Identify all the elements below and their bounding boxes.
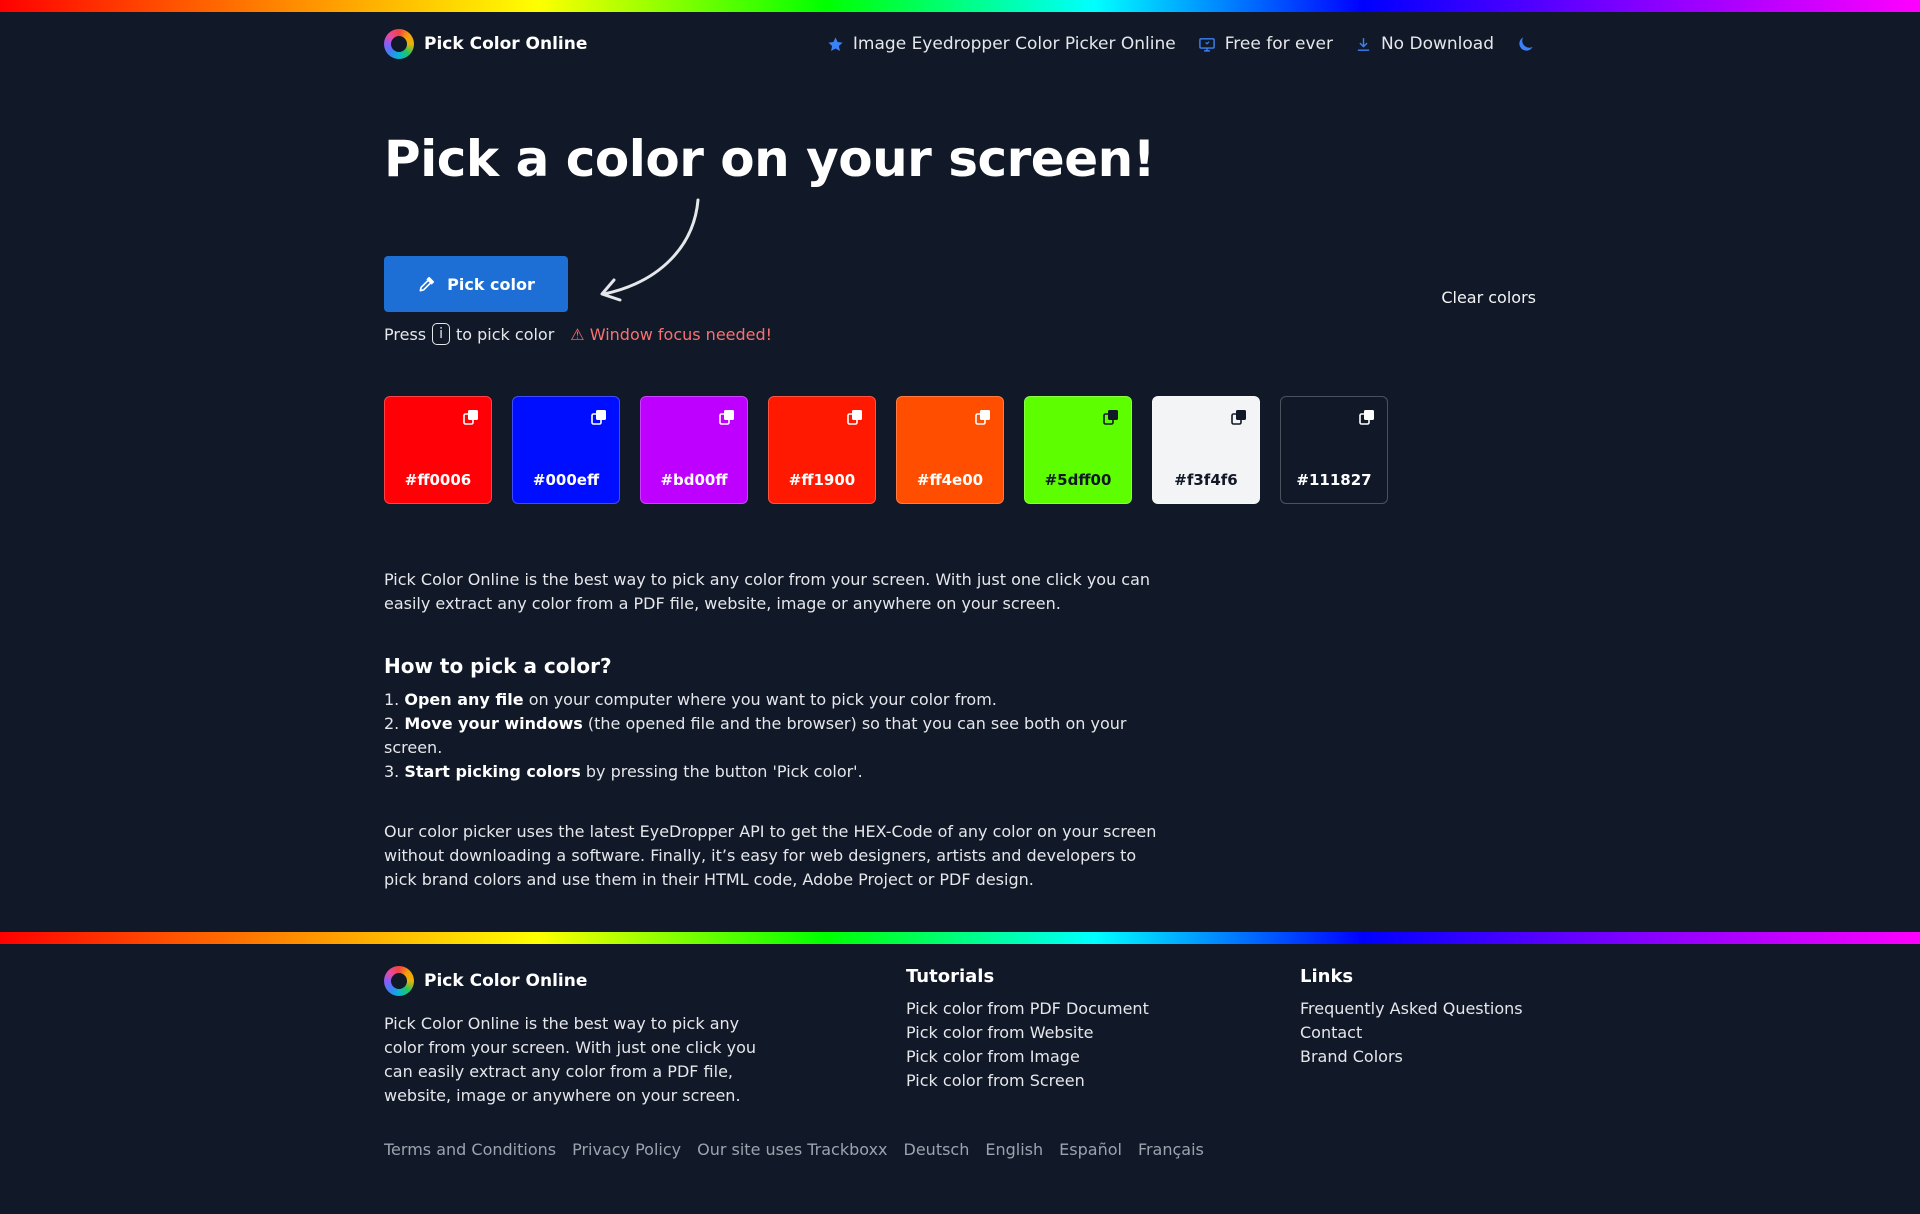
lang-deutsch-link[interactable]: Deutsch bbox=[904, 1140, 970, 1159]
swatch-hex: #bd00ff bbox=[660, 471, 728, 489]
focus-warning: ⚠ Window focus needed! bbox=[570, 324, 773, 344]
step-text: by pressing the button 'Pick color'. bbox=[580, 762, 863, 781]
color-swatch[interactable]: #f3f4f6 bbox=[1152, 396, 1260, 504]
footer-link[interactable]: Brand Colors bbox=[1300, 1045, 1523, 1069]
step-bold: Move your windows bbox=[404, 714, 583, 733]
color-swatch[interactable]: #ff0006 bbox=[384, 396, 492, 504]
color-swatch[interactable]: #000eff bbox=[512, 396, 620, 504]
swatch-hex: #ff1900 bbox=[788, 471, 856, 489]
api-text: Our color picker uses the latest EyeDrop… bbox=[384, 822, 1157, 889]
tutorial-link[interactable]: Pick color from Screen bbox=[906, 1069, 1149, 1093]
clear-colors-button[interactable]: Clear colors bbox=[1440, 288, 1536, 307]
footer-brand[interactable]: Pick Color Online bbox=[384, 966, 587, 996]
footer-bottom-links: Terms and Conditions Privacy Policy Our … bbox=[384, 1140, 1204, 1159]
step-item: 3. Start picking colors by pressing the … bbox=[384, 760, 1164, 784]
tutorial-link[interactable]: Pick color from Image bbox=[906, 1045, 1149, 1069]
step-bold: Open any file bbox=[404, 690, 524, 709]
copy-icon[interactable] bbox=[1103, 409, 1119, 425]
step-item: 2. Move your windows (the opened file an… bbox=[384, 712, 1164, 760]
nav-label: Image Eyedropper Color Picker Online bbox=[852, 34, 1176, 54]
arrow-icon bbox=[600, 198, 700, 302]
eyedropper-icon bbox=[417, 274, 437, 294]
intro-text: Pick Color Online is the best way to pic… bbox=[384, 570, 1151, 613]
copy-icon[interactable] bbox=[1231, 409, 1247, 425]
nav-label: Free for ever bbox=[1224, 34, 1333, 54]
copy-icon[interactable] bbox=[719, 409, 735, 425]
moon-icon[interactable] bbox=[1516, 34, 1536, 54]
pick-color-button[interactable]: Pick color bbox=[384, 256, 568, 312]
tutorial-link[interactable]: Pick color from Website bbox=[906, 1021, 1149, 1045]
terms-link[interactable]: Terms and Conditions bbox=[384, 1140, 556, 1159]
brand-link[interactable]: Pick Color Online bbox=[384, 29, 587, 59]
rainbow-bar-top bbox=[0, 0, 1920, 12]
monitor-icon bbox=[1198, 36, 1216, 53]
step-text: on your computer where you want to pick … bbox=[523, 690, 997, 709]
hint-suffix: to pick color bbox=[456, 324, 555, 344]
site-header: Pick Color Online Image Eyedropper Color… bbox=[384, 26, 1536, 62]
header-nav: Image Eyedropper Color Picker Online Fre… bbox=[827, 34, 1536, 54]
lang-espanol-link[interactable]: Español bbox=[1059, 1140, 1122, 1159]
logo-icon bbox=[384, 966, 414, 996]
copy-icon[interactable] bbox=[847, 409, 863, 425]
keyboard-hint: Press i to pick color ⚠ Window focus nee… bbox=[384, 323, 772, 345]
swatch-hex: #111827 bbox=[1296, 471, 1372, 489]
step-number: 1. bbox=[384, 690, 400, 709]
steps-list: 1. Open any file on your computer where … bbox=[384, 688, 1164, 784]
step-bold: Start picking colors bbox=[404, 762, 581, 781]
how-to-heading: How to pick a color? bbox=[384, 654, 612, 678]
nav-item-no-download[interactable]: No Download bbox=[1355, 34, 1494, 54]
rainbow-bar-footer bbox=[0, 932, 1920, 944]
footer-link[interactable]: Frequently Asked Questions bbox=[1300, 997, 1523, 1021]
step-number: 3. bbox=[384, 762, 400, 781]
swatch-hex: #ff4e00 bbox=[916, 471, 984, 489]
privacy-link[interactable]: Privacy Policy bbox=[572, 1140, 681, 1159]
step-item: 1. Open any file on your computer where … bbox=[384, 688, 1164, 712]
logo-icon bbox=[384, 29, 414, 59]
copy-icon[interactable] bbox=[1359, 409, 1375, 425]
step-number: 2. bbox=[384, 714, 400, 733]
swatch-hex: #f3f4f6 bbox=[1174, 471, 1238, 489]
tutorial-link[interactable]: Pick color from PDF Document bbox=[906, 997, 1149, 1021]
footer-description: Pick Color Online is the best way to pic… bbox=[384, 1014, 757, 1105]
hint-prefix: Press bbox=[384, 324, 427, 344]
color-swatch[interactable]: #5dff00 bbox=[1024, 396, 1132, 504]
copy-icon[interactable] bbox=[975, 409, 991, 425]
nav-item-free[interactable]: Free for ever bbox=[1198, 34, 1333, 54]
color-swatches: #ff0006 #000eff #bd00ff #ff1900 #ff4e00 … bbox=[384, 396, 1388, 504]
footer-link[interactable]: Contact bbox=[1300, 1021, 1523, 1045]
footer-links: Links Frequently Asked Questions Contact… bbox=[1300, 966, 1523, 1069]
lang-english-link[interactable]: English bbox=[985, 1140, 1043, 1159]
hint-key: i bbox=[432, 323, 450, 345]
swatch-hex: #000eff bbox=[532, 471, 600, 489]
footer-tutorials: Tutorials Pick color from PDF Document P… bbox=[906, 966, 1149, 1093]
page-title: Pick a color on your screen! bbox=[384, 130, 1156, 188]
star-icon bbox=[827, 36, 844, 53]
trackboxx-link[interactable]: Our site uses Trackboxx bbox=[697, 1140, 887, 1159]
copy-icon[interactable] bbox=[591, 409, 607, 425]
download-icon bbox=[1355, 36, 1372, 53]
nav-label: No Download bbox=[1380, 34, 1494, 54]
brand-name: Pick Color Online bbox=[424, 34, 588, 54]
copy-icon[interactable] bbox=[463, 409, 479, 425]
color-swatch[interactable]: #bd00ff bbox=[640, 396, 748, 504]
color-swatch[interactable]: #ff4e00 bbox=[896, 396, 1004, 504]
footer-brand-name: Pick Color Online bbox=[424, 971, 588, 991]
color-swatch[interactable]: #ff1900 bbox=[768, 396, 876, 504]
swatch-hex: #ff0006 bbox=[404, 471, 472, 489]
lang-francais-link[interactable]: Français bbox=[1138, 1140, 1204, 1159]
links-heading: Links bbox=[1300, 966, 1354, 987]
tutorials-heading: Tutorials bbox=[906, 966, 995, 987]
pick-color-label: Pick color bbox=[447, 274, 535, 294]
color-swatch[interactable]: #111827 bbox=[1280, 396, 1388, 504]
swatch-hex: #5dff00 bbox=[1044, 471, 1112, 489]
nav-item-eyedropper[interactable]: Image Eyedropper Color Picker Online bbox=[827, 34, 1176, 54]
